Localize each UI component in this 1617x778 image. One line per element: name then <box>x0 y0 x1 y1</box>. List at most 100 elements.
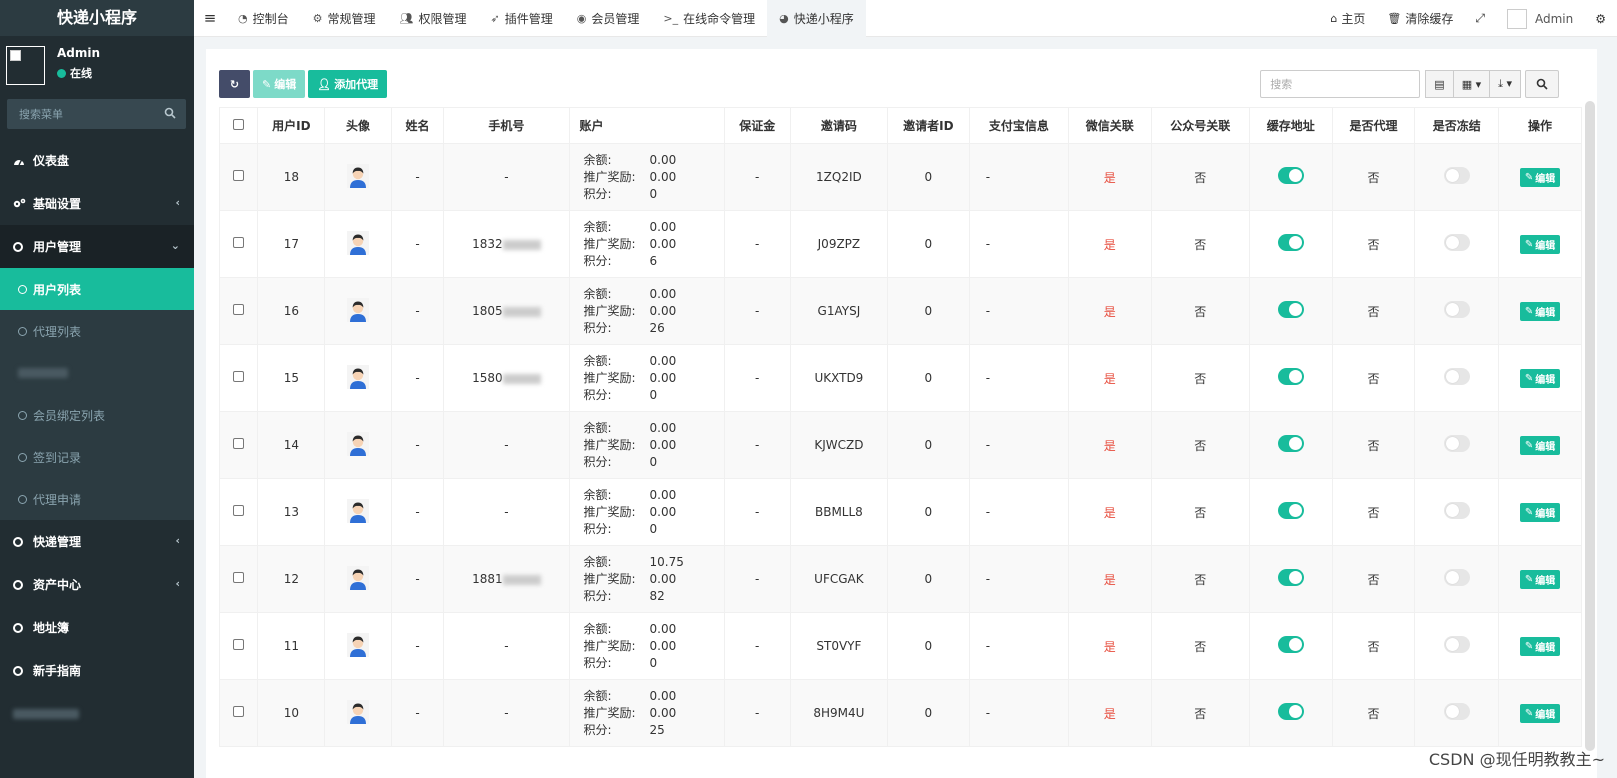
cache-address-toggle[interactable] <box>1277 435 1304 452</box>
column-header[interactable]: 微信关联 <box>1067 107 1152 144</box>
row-checkbox[interactable] <box>233 170 245 181</box>
table-row[interactable]: 18 - - 余额: 0.00 推广奖励: 0.00 积分: 0 - 1ZQ2ID 0… <box>218 143 1582 211</box>
export-button[interactable]: ⤓ ▾ <box>1490 70 1521 98</box>
row-checkbox[interactable] <box>233 304 245 315</box>
frozen-toggle[interactable] <box>1443 234 1470 251</box>
sidebar-item-agent-list[interactable]: 代理列表 <box>0 310 194 352</box>
toggle-view-button[interactable]: ▤ <box>1425 70 1454 98</box>
column-header[interactable]: 邀请码 <box>789 107 889 144</box>
sidebar-item-address-book[interactable]: 地址簿 <box>0 606 194 649</box>
cache-address-toggle[interactable] <box>1277 167 1304 184</box>
table-search-input[interactable] <box>1260 70 1421 98</box>
table-row[interactable]: 16 - 1805 余额: 0.00 推广奖励: 0.00 积分: 26 - G1AY… <box>218 277 1582 345</box>
menu-toggle-icon[interactable]: ≡ <box>194 9 226 27</box>
sidebar-item-guide[interactable]: 新手指南 <box>0 649 194 692</box>
sidebar-item-user-list[interactable]: 用户列表 <box>0 268 194 310</box>
table-row[interactable]: 17 - 1832 余额: 0.00 推广奖励: 0.00 积分: 6 - J09ZP… <box>218 210 1582 278</box>
tab-online-command[interactable]: >_ 在线命令管理 <box>651 0 767 37</box>
add-agent-button[interactable]: 👤︎ 添加代理 <box>308 70 388 98</box>
tab-permissions[interactable]: 👥︎ 权限管理 <box>388 0 479 37</box>
row-edit-button[interactable]: ✎ 编辑 <box>1519 368 1561 388</box>
columns-button[interactable]: ▦ ▾ <box>1453 70 1491 98</box>
sidebar-item-checkin-records[interactable]: 签到记录 <box>0 436 194 478</box>
search-icon[interactable] <box>164 107 176 119</box>
cache-address-toggle[interactable] <box>1277 569 1304 586</box>
settings-button[interactable]: ⚙ <box>1584 12 1617 26</box>
frozen-toggle[interactable] <box>1443 301 1470 318</box>
tab-members[interactable]: ◉ 会员管理 <box>565 0 652 37</box>
table-row[interactable]: 15 - 1580 余额: 0.00 推广奖励: 0.00 积分: 0 - UKXTD… <box>218 344 1582 412</box>
row-edit-button[interactable]: ✎ 编辑 <box>1519 636 1561 656</box>
tab-console[interactable]: ◔ 控制台 <box>226 0 301 37</box>
table-row[interactable]: 10 - - 余额: 0.00 推广奖励: 0.00 积分: 25 - 8H9M4U … <box>218 679 1582 747</box>
sidebar-item-member-binding[interactable]: 会员绑定列表 <box>0 394 194 436</box>
fullscreen-button[interactable]: ⤢ <box>1464 11 1496 26</box>
tab-plugins[interactable]: ➶ 插件管理 <box>479 0 565 37</box>
sidebar-item-agent-applications[interactable]: 代理申请 <box>0 478 194 520</box>
row-checkbox[interactable] <box>233 572 245 583</box>
edit-button[interactable]: ✎ 编辑 <box>253 70 306 98</box>
tab-express-miniapp[interactable]: ◕ 快递小程序 <box>767 0 866 37</box>
frozen-toggle[interactable] <box>1443 502 1470 519</box>
row-checkbox[interactable] <box>233 505 245 516</box>
table-row[interactable]: 13 - - 余额: 0.00 推广奖励: 0.00 积分: 0 - BBMLL8 0… <box>218 478 1582 546</box>
sidebar-item-redacted-bottom[interactable] <box>0 692 194 735</box>
sidebar-item-basic-settings[interactable]: 基础设置 ‹ <box>0 182 194 225</box>
cache-address-toggle[interactable] <box>1277 368 1304 385</box>
frozen-toggle[interactable] <box>1443 703 1470 720</box>
row-checkbox[interactable] <box>233 237 245 248</box>
sidebar-item-assets[interactable]: 资产中心 ‹ <box>0 563 194 606</box>
frozen-toggle[interactable] <box>1443 435 1470 452</box>
frozen-toggle[interactable] <box>1443 636 1470 653</box>
cache-address-toggle[interactable] <box>1277 301 1304 318</box>
column-header[interactable]: 保证金 <box>723 107 791 144</box>
row-edit-button[interactable]: ✎ 编辑 <box>1519 301 1561 321</box>
row-edit-button[interactable]: ✎ 编辑 <box>1519 703 1561 723</box>
table-row[interactable]: 11 - - 余额: 0.00 推广奖励: 0.00 积分: 0 - ST0VYF 0… <box>218 612 1582 680</box>
column-header[interactable]: 是否冻结 <box>1414 107 1500 144</box>
row-checkbox[interactable] <box>233 639 245 650</box>
row-edit-button[interactable]: ✎ 编辑 <box>1519 569 1561 589</box>
scrollbar[interactable] <box>1585 101 1595 751</box>
column-header[interactable]: 邀请者ID <box>887 107 970 144</box>
row-checkbox[interactable] <box>233 706 245 717</box>
advanced-search-button[interactable] <box>1525 70 1559 98</box>
row-checkbox[interactable] <box>233 438 245 449</box>
sidebar-item-express[interactable]: 快递管理 ‹ <box>0 520 194 563</box>
row-checkbox[interactable] <box>233 371 245 382</box>
frozen-toggle[interactable] <box>1443 167 1470 184</box>
column-header[interactable]: 操作 <box>1498 107 1582 144</box>
table-row[interactable]: 14 - - 余额: 0.00 推广奖励: 0.00 积分: 0 - KJWCZD 0… <box>218 411 1582 479</box>
column-header[interactable]: 姓名 <box>390 107 445 144</box>
column-header[interactable]: 支付宝信息 <box>968 107 1069 144</box>
clear-cache-link[interactable]: 🗑︎ 清除缓存 <box>1376 10 1464 27</box>
cache-address-toggle[interactable] <box>1277 636 1304 653</box>
sidebar-item-redacted[interactable] <box>0 352 194 394</box>
tab-general[interactable]: ⚙ 常规管理 <box>301 0 388 37</box>
column-header[interactable]: 头像 <box>324 107 392 144</box>
row-edit-button[interactable]: ✎ 编辑 <box>1519 435 1561 455</box>
sidebar-item-user-management[interactable]: 用户管理 ⌄ <box>0 225 194 268</box>
row-edit-button[interactable]: ✎ 编辑 <box>1519 167 1561 187</box>
column-header[interactable]: 公众号关联 <box>1150 107 1250 144</box>
home-link[interactable]: ⌂ 主页 <box>1319 10 1376 27</box>
column-header[interactable]: 用户ID <box>257 107 326 144</box>
row-edit-button[interactable]: ✎ 编辑 <box>1519 502 1561 522</box>
cache-address-toggle[interactable] <box>1277 234 1304 251</box>
table-row[interactable]: 12 - 1881 余额: 10.75 推广奖励: 0.00 积分: 82 - UFC… <box>218 545 1582 613</box>
refresh-button[interactable]: ↻ <box>219 70 250 98</box>
select-all-checkbox[interactable] <box>233 118 245 130</box>
row-edit-button[interactable]: ✎ 编辑 <box>1519 234 1561 254</box>
column-header[interactable]: 手机号 <box>443 107 570 144</box>
frozen-toggle[interactable] <box>1443 569 1470 586</box>
sidebar-item-dashboard[interactable]: 仪表盘 <box>0 139 194 182</box>
cache-address-toggle[interactable] <box>1277 502 1304 519</box>
admin-menu[interactable]: Admin <box>1496 8 1584 29</box>
app-logo[interactable]: 快递小程序 <box>0 0 194 36</box>
frozen-toggle[interactable] <box>1443 368 1470 385</box>
menu-search-input[interactable] <box>7 99 186 129</box>
cache-address-toggle[interactable] <box>1277 703 1304 720</box>
column-header[interactable]: 缓存地址 <box>1248 107 1333 144</box>
column-header[interactable]: 账户 <box>568 107 725 144</box>
column-header[interactable]: 是否代理 <box>1331 107 1416 144</box>
